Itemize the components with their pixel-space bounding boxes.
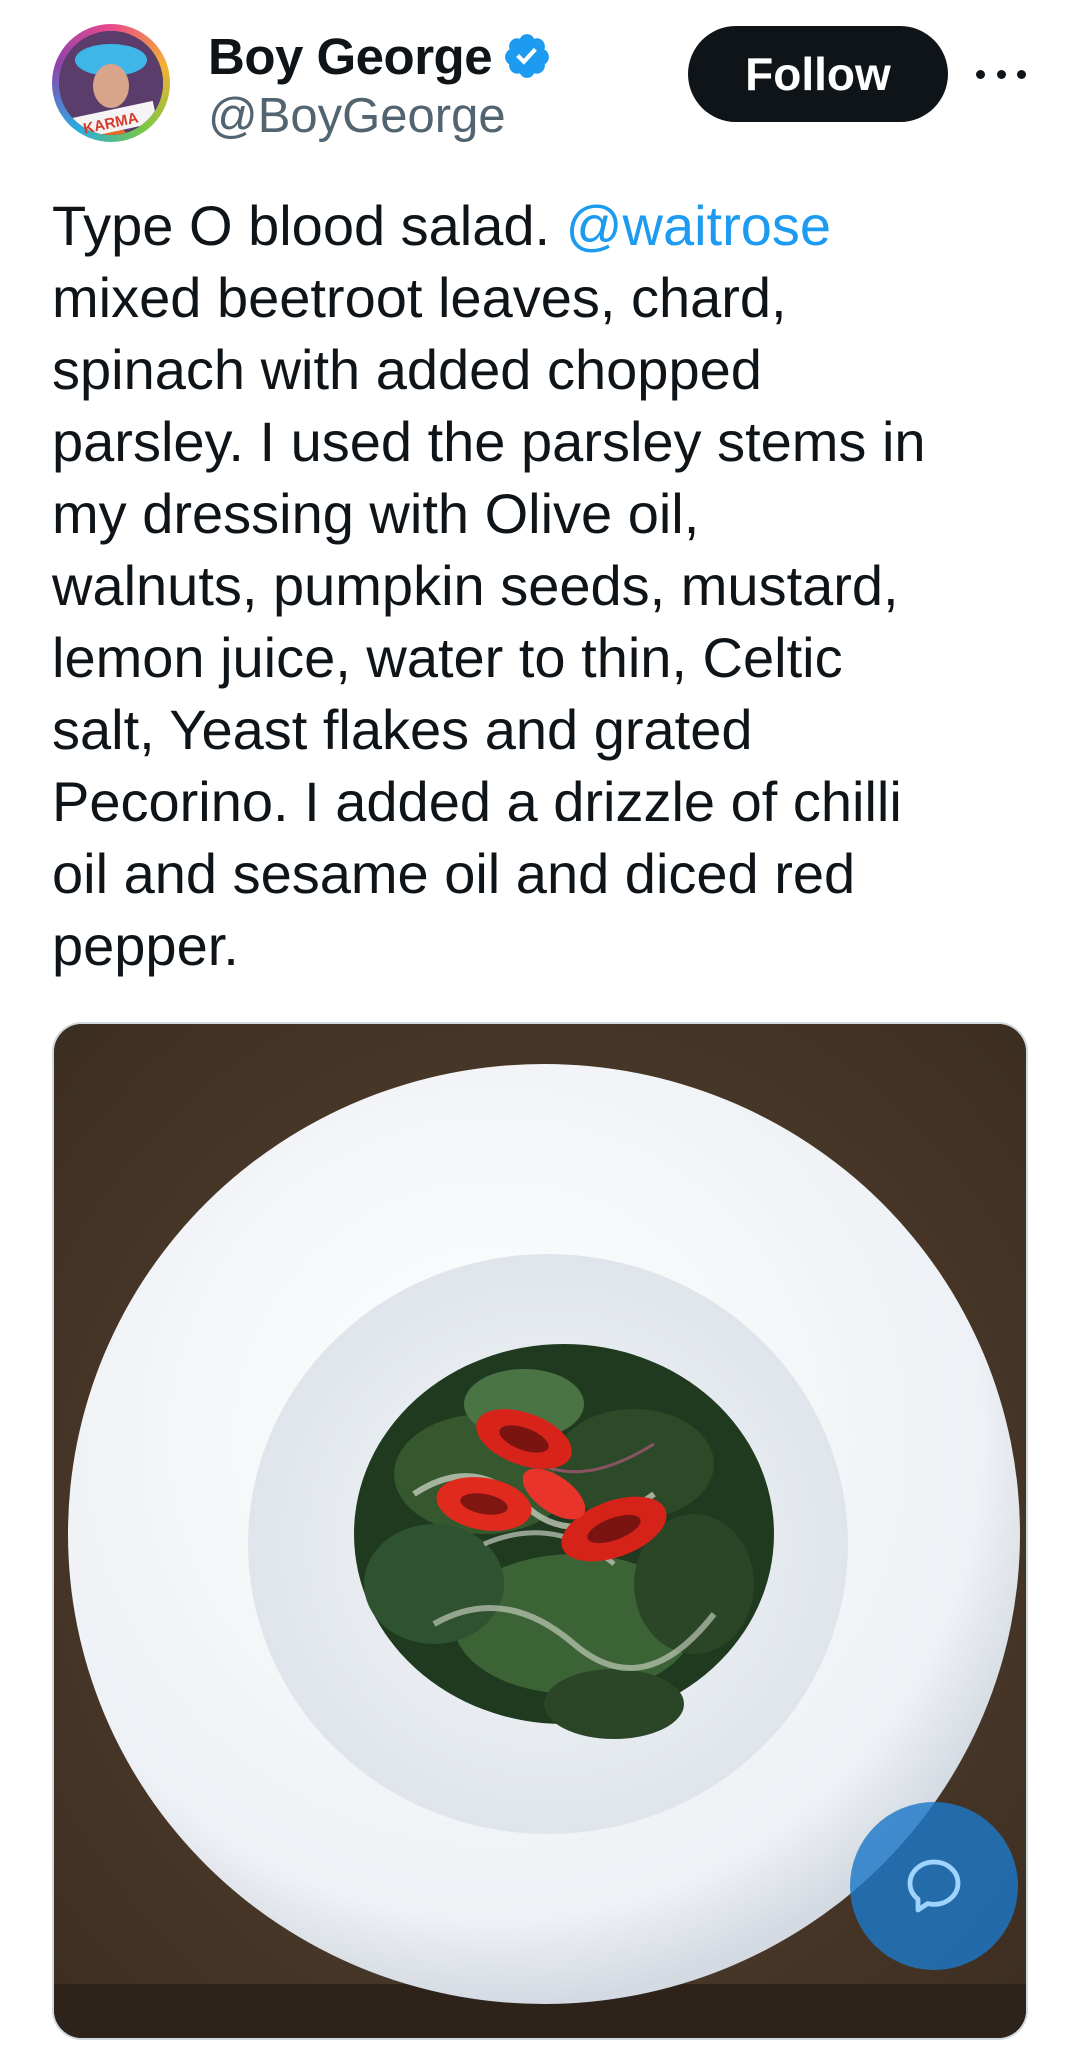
more-options-icon[interactable] — [976, 56, 1026, 92]
follow-button[interactable]: Follow — [688, 26, 948, 122]
more-dot — [996, 69, 1006, 79]
tweet: KARMA Boy George @BoyGeorge Follow Type … — [0, 0, 1080, 2062]
tweet-text: Type O blood salad. @waitrose mixed beet… — [52, 190, 1042, 982]
more-dot — [1017, 69, 1026, 79]
reply-button[interactable] — [850, 1802, 1018, 1970]
chat-bubble-icon — [907, 1859, 961, 1913]
tweet-text-body: mixed beetroot leaves, chard, spinach wi… — [52, 266, 926, 977]
avatar[interactable]: KARMA — [52, 24, 170, 142]
verified-badge-icon — [502, 31, 552, 81]
mention-link[interactable]: @waitrose — [566, 194, 831, 257]
more-dot — [976, 69, 985, 79]
display-name[interactable]: Boy George — [208, 27, 493, 86]
author-handle[interactable]: @BoyGeorge — [208, 88, 506, 144]
author-name-row: Boy George — [208, 26, 552, 86]
tweet-text-intro: Type O blood salad. — [52, 194, 566, 257]
